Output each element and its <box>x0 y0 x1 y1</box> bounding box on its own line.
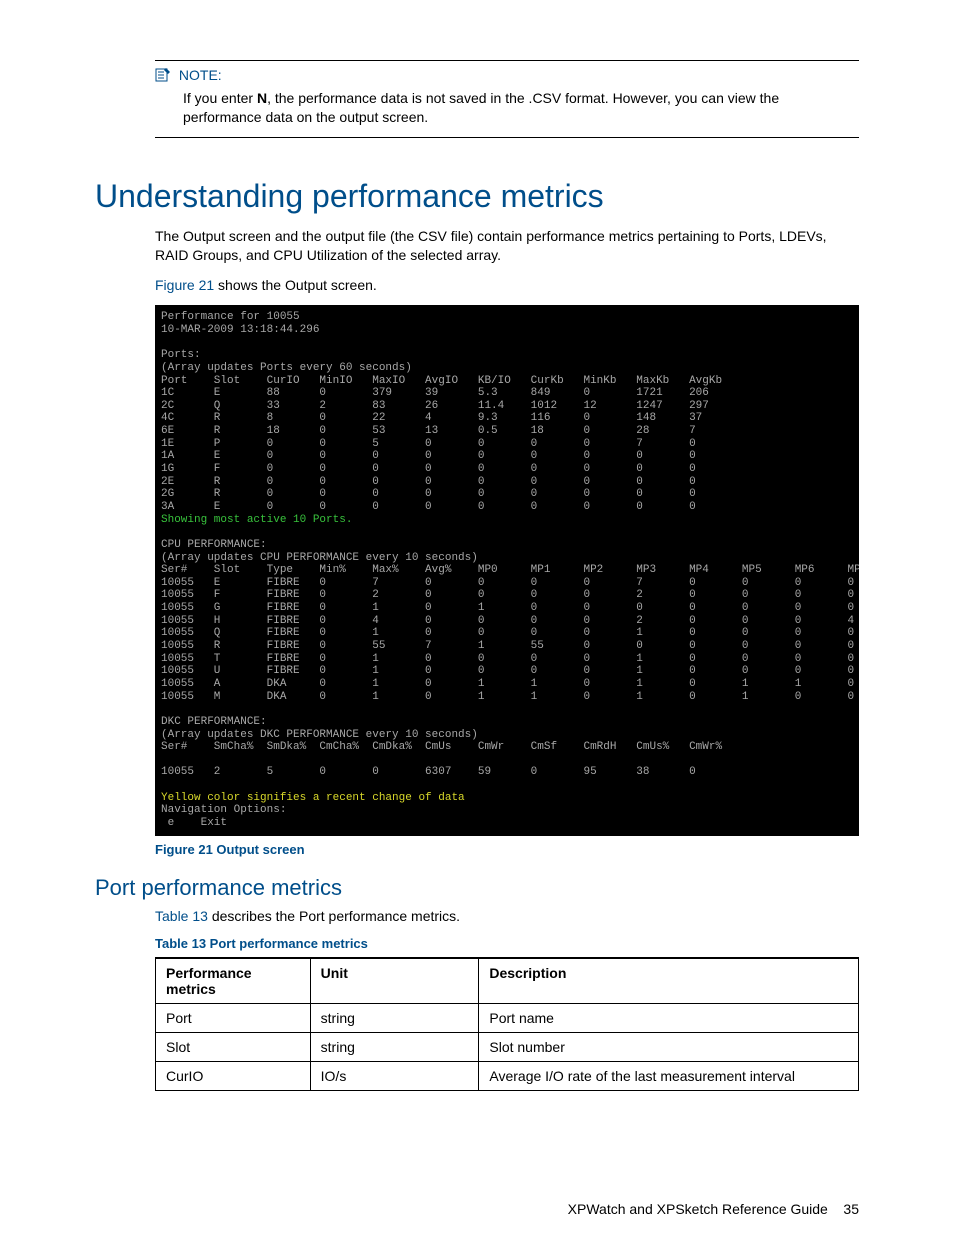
table-cell: IO/s <box>310 1062 479 1091</box>
section-title: Understanding performance metrics <box>95 178 859 215</box>
subsection-title: Port performance metrics <box>95 875 859 901</box>
table-row: SlotstringSlot number <box>156 1033 859 1062</box>
th-unit: Unit <box>310 958 479 1004</box>
note-label: NOTE: <box>179 67 222 83</box>
th-desc: Description <box>479 958 859 1004</box>
footer-title: XPWatch and XPSketch Reference Guide <box>568 1201 828 1217</box>
note-top-rule <box>155 60 859 61</box>
figure-reference: Figure 21 shows the Output screen. <box>155 276 859 296</box>
table-row: PortstringPort name <box>156 1004 859 1033</box>
table-cell: CurIO <box>156 1062 311 1091</box>
table-ref-post: describes the Port performance metrics. <box>208 908 460 924</box>
port-metrics-table: Performance metrics Unit Description Por… <box>155 957 859 1091</box>
table-cell: Port name <box>479 1004 859 1033</box>
footer-page: 35 <box>843 1201 859 1217</box>
table-reference: Table 13 describes the Port performance … <box>155 907 859 927</box>
figure-ref-post: shows the Output screen. <box>214 277 377 293</box>
table-cell: string <box>310 1004 479 1033</box>
note-body-post: , the performance data is not saved in t… <box>183 90 779 125</box>
table-cell: Port <box>156 1004 311 1033</box>
figure-link[interactable]: Figure 21 <box>155 277 214 293</box>
note-header: NOTE: <box>155 67 859 85</box>
table-link[interactable]: Table 13 <box>155 908 208 924</box>
page-footer: XPWatch and XPSketch Reference Guide 35 <box>95 1201 859 1217</box>
table-header-row: Performance metrics Unit Description <box>156 958 859 1004</box>
figure-caption: Figure 21 Output screen <box>155 842 859 857</box>
note-body: If you enter N, the performance data is … <box>183 89 859 127</box>
table-cell: Slot <box>156 1033 311 1062</box>
note-icon <box>155 68 171 85</box>
table-cell: Average I/O rate of the last measurement… <box>479 1062 859 1091</box>
table-cell: string <box>310 1033 479 1062</box>
note-body-bold: N <box>257 90 267 106</box>
terminal-output: Performance for 10055 10-MAR-2009 13:18:… <box>155 305 859 835</box>
intro-paragraph: The Output screen and the output file (t… <box>155 227 859 266</box>
table-row: CurIOIO/sAverage I/O rate of the last me… <box>156 1062 859 1091</box>
table-cell: Slot number <box>479 1033 859 1062</box>
th-perf: Performance metrics <box>156 958 311 1004</box>
note-bottom-rule <box>155 137 859 138</box>
table-caption: Table 13 Port performance metrics <box>155 936 859 951</box>
note-block: NOTE: If you enter N, the performance da… <box>155 67 859 127</box>
note-body-pre: If you enter <box>183 90 257 106</box>
